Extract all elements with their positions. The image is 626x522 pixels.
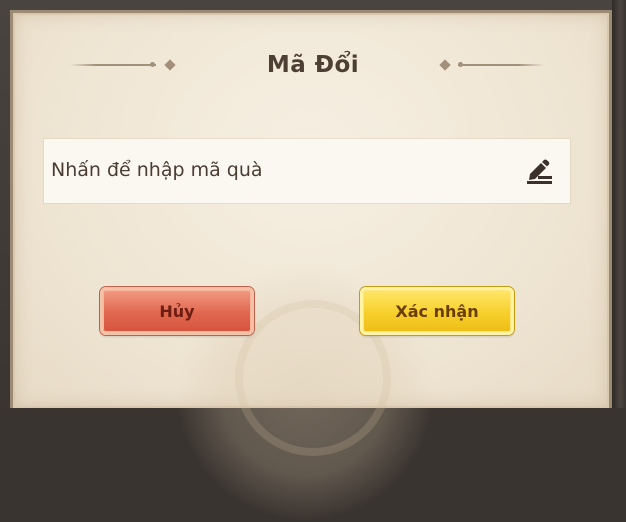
confirm-button[interactable]: Xác nhận (360, 287, 514, 335)
edit-icon[interactable] (524, 157, 554, 185)
gift-code-placeholder: Nhấn để nhập mã quà (51, 159, 263, 181)
gift-code-input[interactable]: Nhấn để nhập mã quà (44, 139, 570, 203)
confirm-button-label: Xác nhận (395, 301, 479, 321)
cancel-button-label: Hủy (159, 301, 195, 321)
title-ornament-right (458, 64, 544, 66)
cancel-button[interactable]: Hủy (100, 287, 254, 335)
